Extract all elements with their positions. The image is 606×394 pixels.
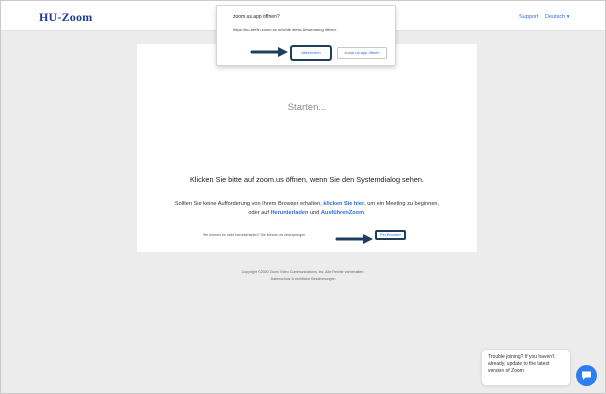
- instruction-mid: , um ein Meeting zu beginnen,: [364, 201, 440, 207]
- dialog-open-app-button[interactable]: zoom.us.app öffnen: [337, 47, 387, 59]
- dialog-title: zoom.us.app öffnen?: [233, 14, 280, 20]
- download-skip-text: Sie können es nicht herunterladen? Sie k…: [203, 233, 306, 237]
- chat-help-message: Trouble joining? If you haven't already,…: [481, 349, 571, 386]
- chat-bubble-icon: [582, 371, 591, 380]
- instruction-line-2: oder auf Herunterladen und AusführenZoom…: [137, 210, 477, 216]
- dialog-message: https://hu-berlin.zoom.us möchte diese A…: [233, 27, 337, 32]
- launch-headline: Klicken Sie bitte auf zoom.us öffnen, we…: [190, 175, 424, 184]
- click-here-link[interactable]: klicken Sie hier: [323, 201, 364, 207]
- join-from-browser-button[interactable]: Per Browser: [375, 230, 406, 240]
- open-app-dialog: zoom.us.app öffnen? https://hu-berlin.zo…: [216, 5, 396, 66]
- legal-link[interactable]: Datenschutz & rechtliche Bestimmungen: [0, 277, 606, 281]
- instruction-and: und: [309, 210, 320, 216]
- arrow-to-browser-join-icon: [335, 234, 373, 244]
- chat-launcher-button[interactable]: [576, 365, 597, 386]
- dialog-cancel-button[interactable]: Abbrechen: [290, 45, 332, 61]
- language-selector[interactable]: Deutsch ▾: [545, 14, 569, 20]
- copyright-text: Copyright ©2020 Zoom Video Communication…: [241, 270, 365, 274]
- brand-logo[interactable]: HU-Zoom: [39, 10, 92, 25]
- instruction-line-1: Sollten Sie keine Aufforderung von Ihrem…: [137, 201, 477, 207]
- launch-card: Starten... Klicken Sie bitte auf zoom.us…: [137, 44, 477, 252]
- support-link[interactable]: Support: [519, 14, 538, 20]
- launch-status: Starten...: [287, 102, 327, 113]
- instruction-or: oder auf: [248, 210, 269, 216]
- download-link[interactable]: Herunterladen: [270, 210, 308, 216]
- instruction-suffix: .: [364, 210, 366, 216]
- instruction-prefix: Sollten Sie keine Aufforderung von Ihrem…: [174, 201, 322, 207]
- arrow-to-cancel-icon: [250, 47, 288, 57]
- run-zoom-link[interactable]: AusführenZoom: [321, 210, 364, 216]
